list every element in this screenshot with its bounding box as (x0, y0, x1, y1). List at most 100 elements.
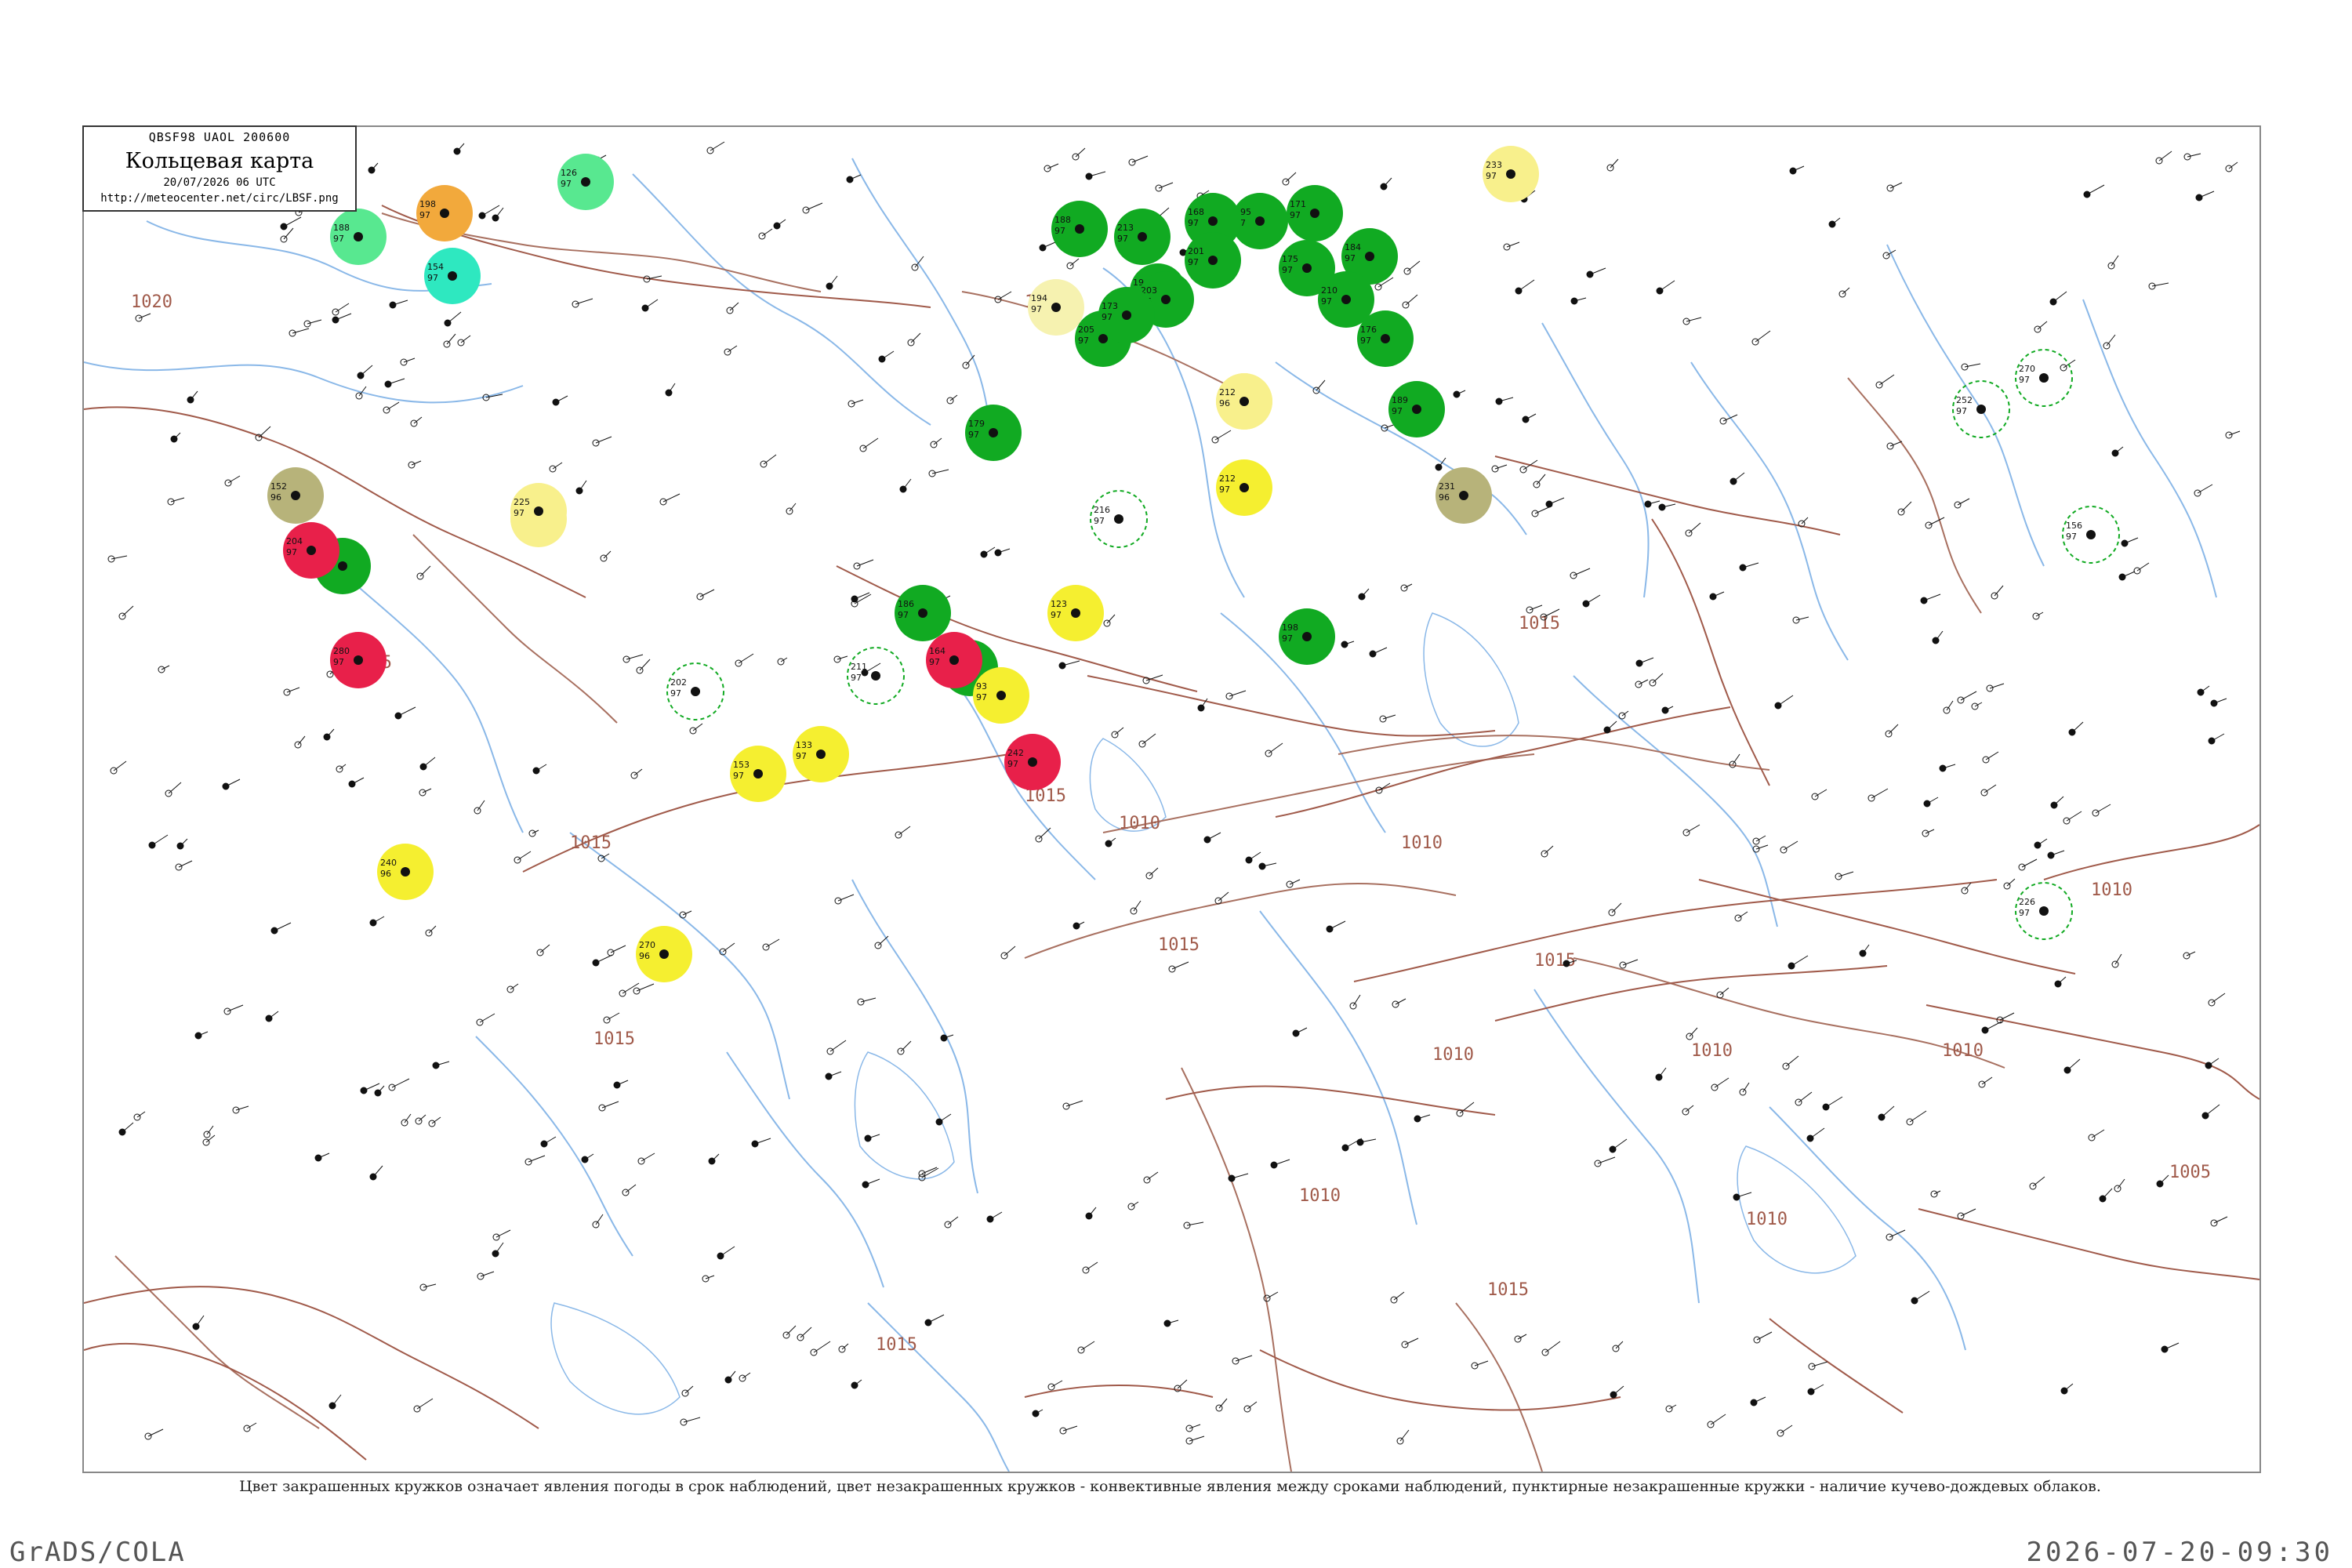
map-frame[interactable]: 1015 1020 1015 1015 1010 1015 1015 1010 1015 1010… (82, 125, 2261, 1473)
station-marker[interactable]: 15497 (424, 248, 481, 304)
station-marker[interactable]: 23196 (1436, 467, 1492, 524)
isobar-label: 1010 (1746, 1210, 1788, 1229)
station-marker[interactable]: 16497 (926, 632, 982, 688)
station-marker[interactable]: 28097 (330, 632, 387, 688)
station-marker[interactable]: 27097 (2015, 349, 2073, 407)
station-plots: 2139719497188972039619597168971719717597… (267, 146, 2120, 982)
isobar-label: 1020 (131, 292, 172, 312)
station-marker[interactable]: 18997 (1388, 381, 1445, 437)
cloud-cover-icon (691, 687, 700, 696)
cloud-cover-icon (1506, 169, 1515, 179)
isobar-label: 1015 (1519, 614, 1560, 633)
station-temperature: 133 (796, 740, 812, 750)
station-pressure: 97 (670, 688, 681, 699)
station-temperature: 123 (1051, 599, 1067, 609)
station-temperature: 154 (427, 262, 444, 272)
station-marker[interactable]: 19497 (1028, 279, 1084, 336)
station-temperature: 164 (929, 646, 946, 656)
station-marker[interactable]: 23397 (1483, 146, 1539, 202)
isobar-label: 1010 (2091, 880, 2132, 900)
station-marker[interactable]: 9397 (973, 667, 1029, 724)
cloud-cover-icon (1051, 303, 1061, 312)
station-temperature: 210 (1321, 285, 1338, 296)
cloud-cover-icon (989, 428, 998, 437)
isobar-label: 1010 (1299, 1186, 1341, 1206)
cloud-cover-icon (871, 671, 880, 681)
cloud-cover-icon (1028, 757, 1037, 767)
station-marker[interactable]: 15397 (730, 746, 786, 802)
station-pressure: 97 (2066, 532, 2077, 542)
station-pressure: 97 (1031, 304, 1042, 314)
station-marker[interactable]: 21296 (1216, 373, 1272, 430)
background-station-glyphs (107, 141, 2241, 1445)
station-temperature: 280 (333, 646, 350, 656)
station-marker[interactable]: 21697 (1090, 490, 1148, 548)
station-marker[interactable]: 18897 (330, 209, 387, 265)
render-timestamp: 2026-07-20-09:30 (2026, 1537, 2333, 1568)
station-pressure: 97 (2019, 375, 2030, 385)
station-temperature: 211 (851, 662, 867, 672)
station-marker[interactable]: 15296 (267, 467, 324, 524)
station-marker[interactable]: 18897 (1051, 201, 1108, 257)
station-pressure: 97 (419, 210, 430, 220)
cloud-cover-icon (1138, 232, 1147, 241)
station-marker[interactable]: 17397 (1098, 287, 1155, 343)
cloud-cover-icon (949, 655, 959, 665)
station-marker[interactable]: 20297 (666, 662, 724, 720)
station-temperature: 205 (1078, 325, 1094, 335)
station-pressure: 96 (639, 951, 650, 961)
station-marker[interactable]: 24096 (377, 844, 434, 900)
station-marker[interactable]: 19897 (1279, 608, 1335, 665)
station-temperature: 240 (380, 858, 397, 868)
station-marker[interactable]: 17197 (1287, 185, 1343, 241)
station-marker[interactable]: 12397 (1047, 585, 1104, 641)
station-temperature: 270 (639, 940, 655, 950)
station-temperature: 242 (1007, 748, 1024, 758)
station-marker[interactable]: 15697 (2062, 506, 2120, 564)
station-temperature: 225 (514, 497, 530, 507)
station-pressure: 97 (333, 657, 344, 667)
cloud-cover-icon (1459, 491, 1468, 500)
station-pressure: 97 (1219, 485, 1230, 495)
cloud-cover-icon (581, 177, 590, 187)
station-temperature: 212 (1219, 474, 1236, 484)
cloud-cover-icon (1302, 632, 1312, 641)
station-marker[interactable]: 20497 (283, 522, 339, 579)
station-temperature: 198 (1282, 622, 1298, 633)
station-marker[interactable]: 21397 (1114, 209, 1171, 265)
station-marker[interactable]: 21297 (1216, 459, 1272, 516)
station-marker[interactable]: 13397 (793, 726, 849, 782)
station-marker[interactable]: 18697 (895, 585, 951, 641)
grads-credit: GrADS/COLA (9, 1537, 186, 1568)
station-marker[interactable]: 21197 (847, 647, 905, 705)
station-marker[interactable]: 21097 (1318, 271, 1374, 328)
cloud-cover-icon (448, 271, 457, 281)
station-marker[interactable]: 22597 (510, 483, 567, 539)
station-marker[interactable]: 27096 (636, 926, 692, 982)
station-pressure: 97 (1051, 610, 1062, 620)
cloud-cover-icon (401, 867, 410, 877)
station-marker[interactable]: 24297 (1004, 734, 1061, 790)
isobar-label: 1015 (1158, 935, 1200, 955)
station-pressure: 97 (1345, 253, 1356, 263)
station-marker[interactable]: 12697 (557, 154, 614, 210)
station-pressure: 97 (1117, 234, 1128, 244)
station-pressure: 97 (1956, 406, 1967, 416)
station-temperature: 194 (1031, 293, 1047, 303)
station-marker[interactable]: 20197 (1185, 232, 1241, 289)
cloud-cover-icon (1098, 334, 1108, 343)
station-pressure: 97 (1282, 265, 1293, 275)
station-pressure: 97 (333, 234, 344, 244)
cloud-cover-icon (1255, 216, 1265, 226)
isobar-label: 1015 (1487, 1280, 1529, 1300)
station-marker[interactable]: 25297 (1952, 380, 2010, 438)
station-marker[interactable]: 19897 (416, 185, 473, 241)
cloud-cover-icon (291, 491, 300, 500)
station-pressure: 97 (1007, 759, 1018, 769)
station-marker[interactable]: 17997 (965, 405, 1022, 461)
cloud-cover-icon (2039, 906, 2049, 916)
station-pressure: 97 (968, 430, 979, 440)
station-marker[interactable]: 22697 (2015, 882, 2073, 940)
source-url[interactable]: http://meteocenter.net/circ/LBSF.png (84, 192, 355, 205)
cloud-cover-icon (659, 949, 669, 959)
